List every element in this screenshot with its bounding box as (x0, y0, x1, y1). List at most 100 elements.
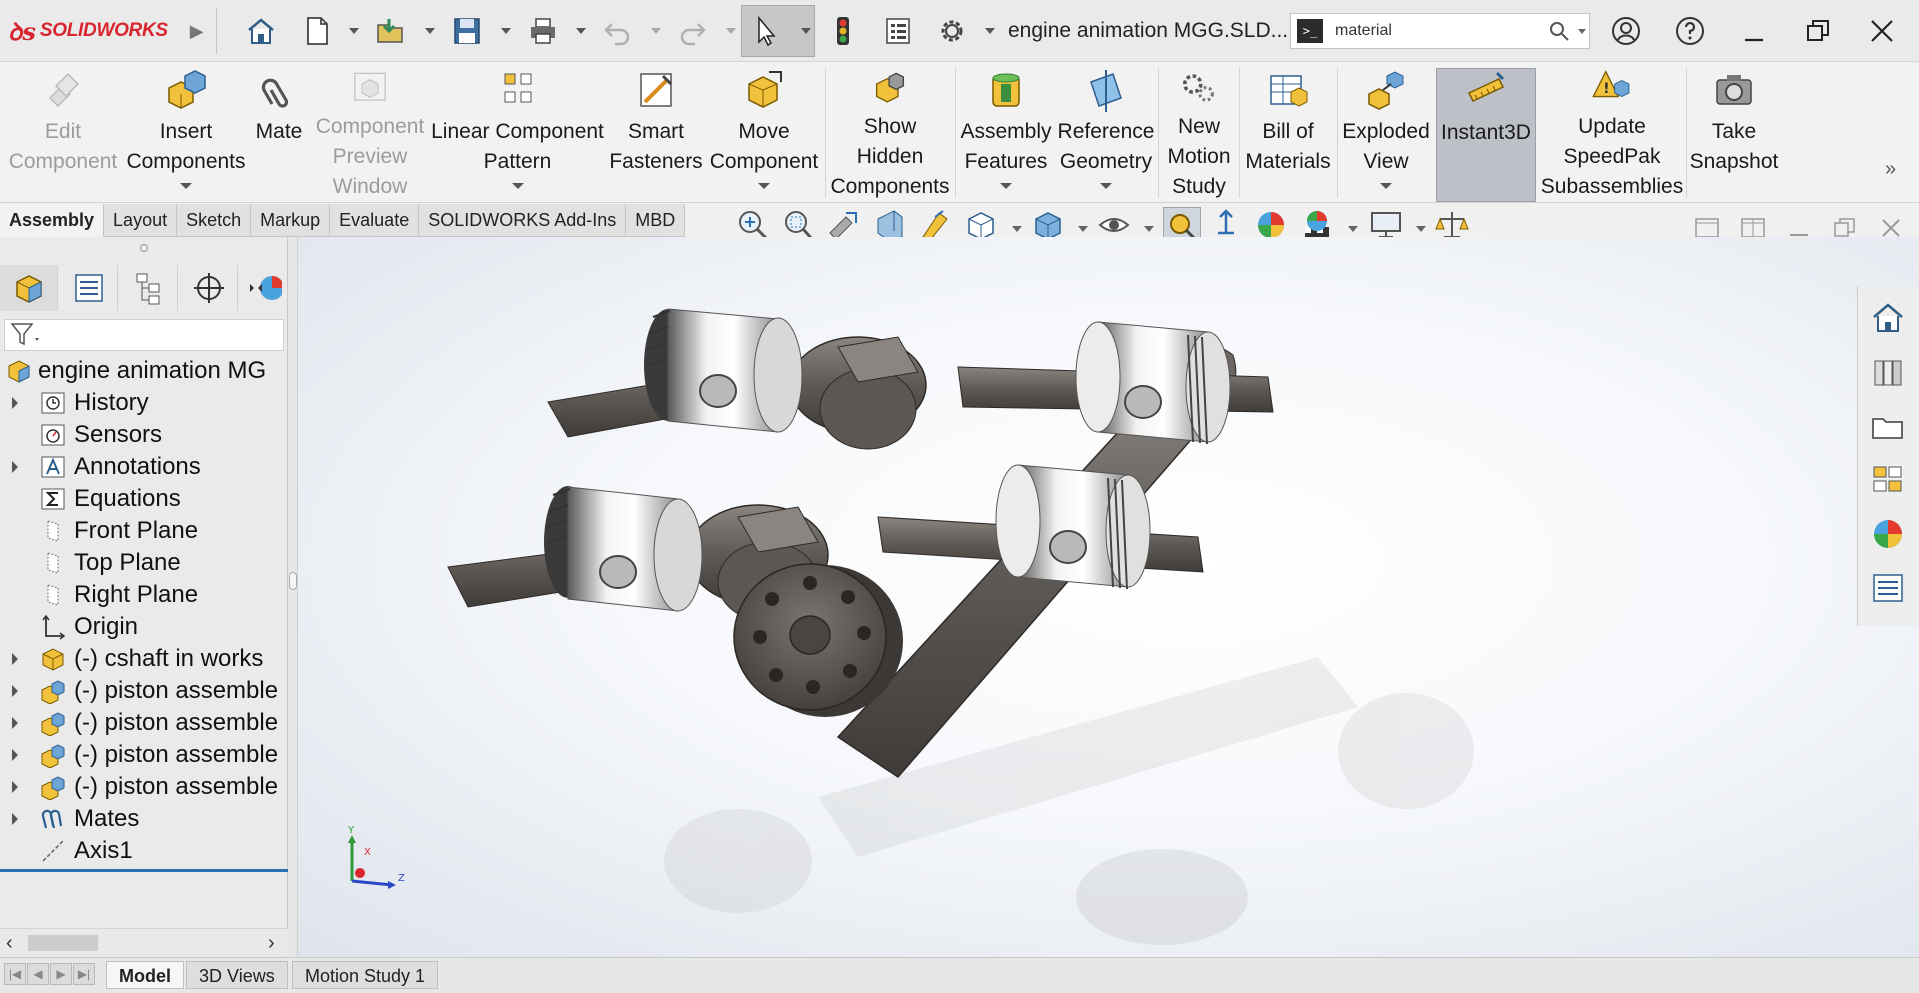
linear-component-pattern-button[interactable]: Linear Component Pattern (430, 68, 605, 202)
reference-geometry-dropdown-icon[interactable] (1100, 183, 1112, 189)
tree-item-origin[interactable]: Origin (0, 611, 288, 643)
design-library-icon[interactable] (1866, 350, 1910, 394)
undo-icon[interactable] (598, 12, 636, 50)
select-icon[interactable] (748, 12, 786, 50)
search-icon[interactable] (1547, 19, 1571, 43)
bill-of-materials-button[interactable]: Bill of Materials (1240, 68, 1336, 202)
tree-root-assembly[interactable]: engine animation MG (0, 355, 288, 387)
edit-component-button[interactable]: Edit Component (2, 68, 124, 202)
expand-arrow-icon[interactable] (12, 813, 18, 825)
tab-mbd[interactable]: MBD (626, 204, 686, 237)
tab-layout[interactable]: Layout (104, 204, 178, 237)
expand-arrow-icon[interactable] (12, 749, 18, 761)
tree-filter[interactable] (4, 319, 284, 351)
tree-item-cshaft[interactable]: (-) cshaft in works (0, 643, 288, 675)
expand-arrow-icon[interactable] (12, 717, 18, 729)
panel-splitter[interactable] (288, 237, 298, 957)
home-icon[interactable] (242, 12, 280, 50)
redo-dropdown-icon[interactable] (725, 24, 737, 38)
rebuild-traffic-light-icon[interactable] (824, 12, 862, 50)
first-tab-icon[interactable]: |◀ (4, 963, 26, 985)
open-dropdown-icon[interactable] (424, 24, 436, 38)
next-tab-icon[interactable]: ▶ (50, 963, 72, 985)
monitor-dropdown-icon[interactable] (1416, 224, 1426, 234)
user-account-icon[interactable] (1606, 12, 1646, 50)
render-tools-dropdown-icon[interactable] (1348, 224, 1358, 234)
display-style-dropdown-icon[interactable] (1078, 224, 1088, 234)
panel-resize-handle[interactable] (0, 237, 288, 259)
mate-button[interactable]: Mate (250, 68, 308, 202)
expand-arrow-icon[interactable] (12, 685, 18, 697)
menu-flyout-arrow-icon[interactable]: ▶ (190, 21, 204, 42)
expand-arrow-icon[interactable] (12, 461, 18, 473)
open-icon[interactable] (372, 12, 410, 50)
print-icon[interactable] (524, 12, 562, 50)
assembly-features-button[interactable]: Assembly Features (958, 68, 1054, 202)
engine-assembly-model[interactable] (298, 237, 1919, 957)
exploded-view-dropdown-icon[interactable] (1380, 183, 1392, 189)
insert-components-dropdown-icon[interactable] (180, 183, 192, 189)
previous-tab-icon[interactable]: ◀ (27, 963, 49, 985)
scroll-left-icon[interactable]: ‹ (6, 932, 13, 955)
save-icon[interactable] (448, 12, 486, 50)
tree-item-piston-assembly-1[interactable]: (-) piston assemble (0, 675, 288, 707)
display-manager-tab[interactable] (240, 265, 288, 311)
move-component-dropdown-icon[interactable] (758, 183, 770, 189)
tree-item-piston-assembly-2[interactable]: (-) piston assemble (0, 707, 288, 739)
tree-item-history[interactable]: History (0, 387, 288, 419)
new-motion-study-button[interactable]: New Motion Study (1160, 68, 1238, 202)
dimxpertmanager-tab[interactable] (180, 265, 238, 311)
view-palette-icon[interactable] (1866, 458, 1910, 502)
tab-assembly[interactable]: Assembly (0, 204, 105, 237)
configurationmanager-tab[interactable] (120, 265, 178, 311)
tree-item-front-plane[interactable]: Front Plane (0, 515, 288, 547)
search-dropdown-icon[interactable] (1575, 29, 1589, 34)
tab-model[interactable]: Model (106, 961, 184, 989)
tree-item-piston-assembly-4[interactable]: (-) piston assemble (0, 771, 288, 803)
options-dropdown-icon[interactable] (984, 24, 996, 38)
tab-motion-study-1[interactable]: Motion Study 1 (292, 961, 439, 989)
move-component-button[interactable]: Move Component (708, 68, 820, 202)
smart-fasteners-button[interactable]: Smart Fasteners (609, 68, 703, 202)
tab-markup[interactable]: Markup (251, 204, 331, 237)
featuremanager-tab[interactable] (0, 265, 58, 311)
exploded-view-button[interactable]: Exploded View (1338, 68, 1434, 202)
redo-icon[interactable] (674, 12, 712, 50)
tab-3d-views[interactable]: 3D Views (186, 961, 288, 989)
tab-evaluate[interactable]: Evaluate (330, 204, 420, 237)
save-dropdown-icon[interactable] (500, 24, 512, 38)
tab-sketch[interactable]: Sketch (177, 204, 252, 237)
file-properties-icon[interactable] (879, 12, 917, 50)
custom-properties-icon[interactable] (1866, 566, 1910, 610)
tree-item-right-plane[interactable]: Right Plane (0, 579, 288, 611)
propertymanager-tab[interactable] (60, 265, 118, 311)
reference-geometry-button[interactable]: Reference Geometry (1056, 68, 1156, 202)
search-input[interactable]: material (1335, 22, 1547, 40)
tree-item-sensors[interactable]: Sensors (0, 419, 288, 451)
minimize-icon[interactable] (1734, 12, 1774, 50)
options-gear-icon[interactable] (933, 12, 971, 50)
solidworks-resources-home-icon[interactable] (1866, 296, 1910, 340)
tree-item-top-plane[interactable]: Top Plane (0, 547, 288, 579)
tree-item-axis1[interactable]: Axis1 (0, 835, 288, 867)
insertion-rollback-bar[interactable] (0, 869, 288, 872)
show-hidden-components-button[interactable]: Show Hidden Components (828, 68, 952, 202)
scroll-thumb[interactable] (28, 935, 98, 951)
new-document-icon[interactable] (298, 12, 336, 50)
take-snapshot-button[interactable]: Take Snapshot (1688, 68, 1780, 202)
update-speedpak-button[interactable]: ! Update SpeedPak Subassemblies (1538, 68, 1686, 202)
tab-solidworks-add-ins[interactable]: SOLIDWORKS Add-Ins (419, 204, 627, 237)
expand-arrow-icon[interactable] (12, 397, 18, 409)
search-box[interactable]: >_ material (1290, 13, 1590, 49)
tree-item-piston-assembly-3[interactable]: (-) piston assemble (0, 739, 288, 771)
last-tab-icon[interactable]: ▶| (73, 963, 95, 985)
view-orientation-dropdown-icon[interactable] (1012, 224, 1022, 234)
ribbon-overflow-icon[interactable]: » (1885, 158, 1896, 181)
tree-item-equations[interactable]: Equations (0, 483, 288, 515)
scroll-right-icon[interactable]: › (268, 932, 275, 955)
expand-arrow-icon[interactable] (12, 781, 18, 793)
file-explorer-folder-icon[interactable] (1866, 404, 1910, 448)
assembly-features-dropdown-icon[interactable] (1000, 183, 1012, 189)
instant3d-button[interactable]: Instant3D (1436, 68, 1536, 202)
print-dropdown-icon[interactable] (575, 24, 587, 38)
